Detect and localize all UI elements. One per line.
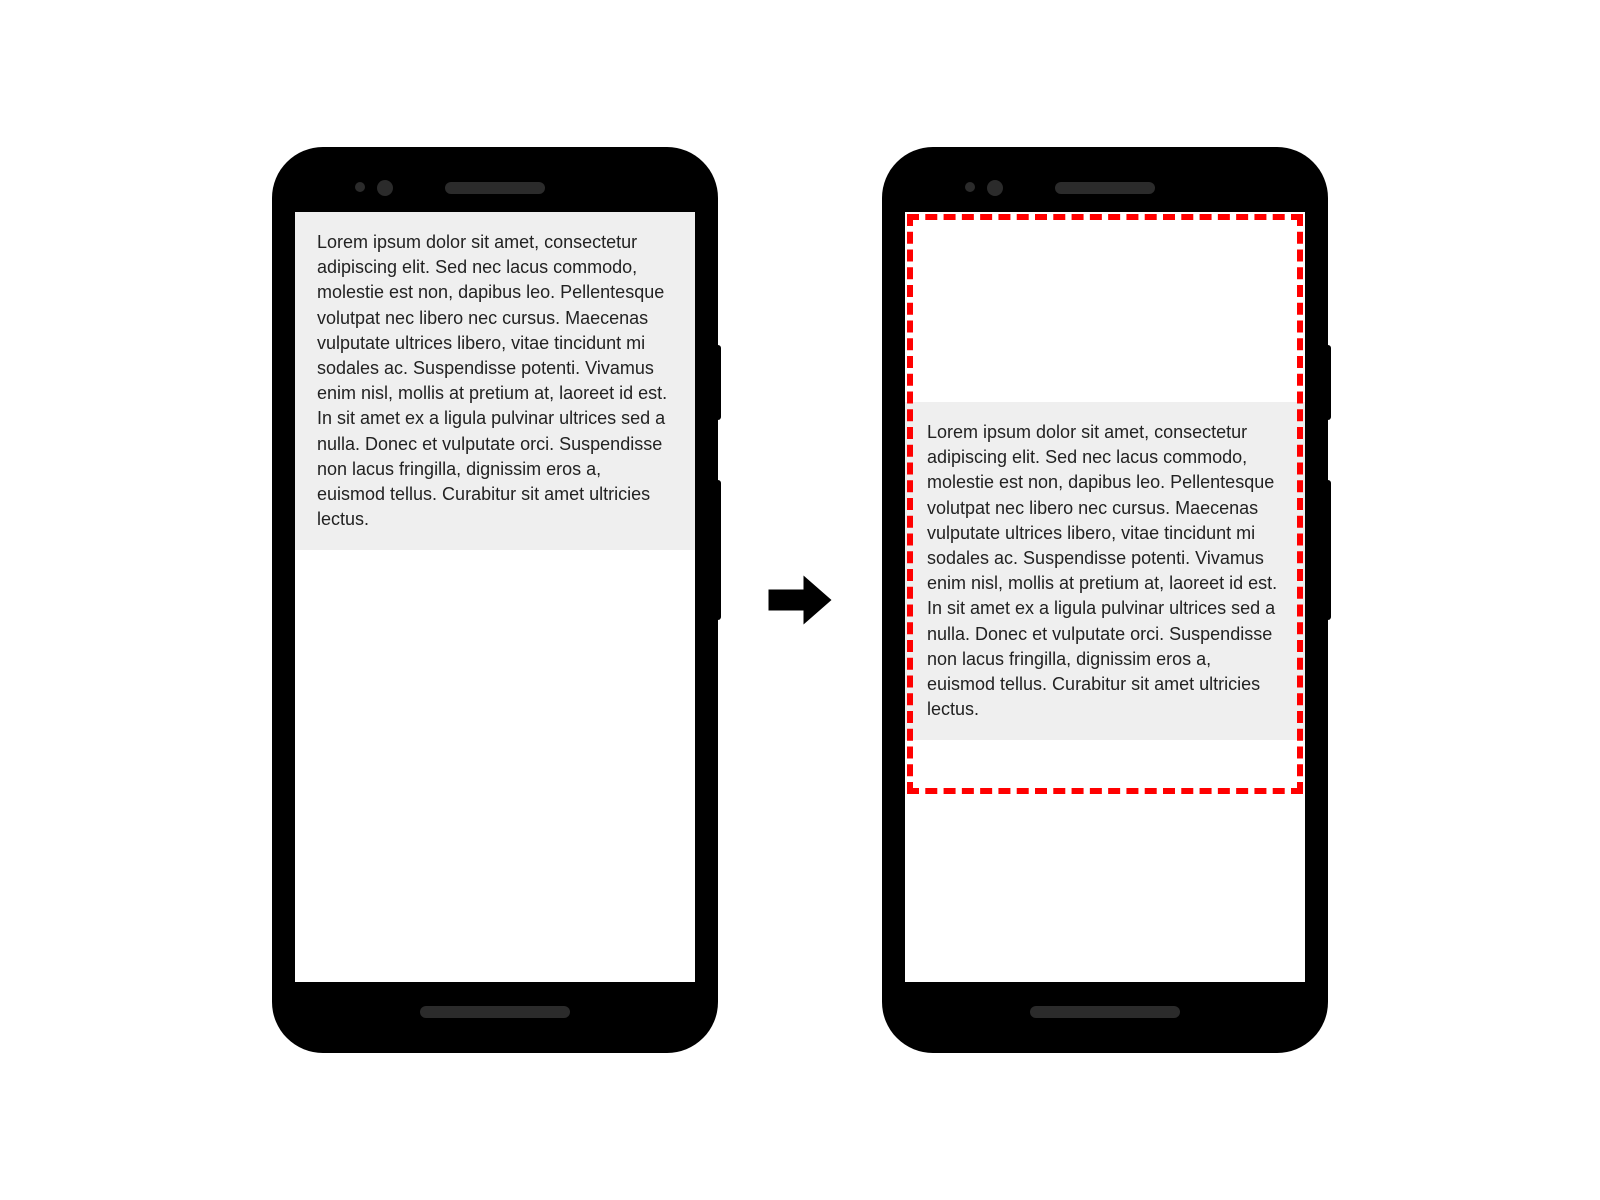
phone-volume-button xyxy=(715,480,721,620)
phone-mockup-right: Lorem ipsum dolor sit amet, consectetur … xyxy=(885,150,1325,1050)
phone-speaker-top xyxy=(445,182,545,194)
phone-camera xyxy=(987,180,1003,196)
content-text-block: Lorem ipsum dolor sit amet, consectetur … xyxy=(905,402,1305,740)
phone-sensor xyxy=(355,182,365,192)
phone-screen-left: Lorem ipsum dolor sit amet, consectetur … xyxy=(295,212,695,982)
phone-volume-button xyxy=(1325,480,1331,620)
phone-frame: Lorem ipsum dolor sit amet, consectetur … xyxy=(895,160,1315,1040)
body-text: Lorem ipsum dolor sit amet, consectetur … xyxy=(927,422,1277,719)
phone-speaker-bottom xyxy=(420,1006,570,1018)
phone-camera xyxy=(377,180,393,196)
phone-speaker-top xyxy=(1055,182,1155,194)
phone-power-button xyxy=(1325,345,1331,420)
body-text: Lorem ipsum dolor sit amet, consectetur … xyxy=(317,232,667,529)
phone-power-button xyxy=(715,345,721,420)
phone-frame: Lorem ipsum dolor sit amet, consectetur … xyxy=(285,160,705,1040)
phone-sensor xyxy=(965,182,975,192)
phone-speaker-bottom xyxy=(1030,1006,1180,1018)
content-text-block: Lorem ipsum dolor sit amet, consectetur … xyxy=(295,212,695,550)
phone-mockup-left: Lorem ipsum dolor sit amet, consectetur … xyxy=(275,150,715,1050)
phone-screen-right: Lorem ipsum dolor sit amet, consectetur … xyxy=(905,212,1305,982)
diagram-container: Lorem ipsum dolor sit amet, consectetur … xyxy=(0,0,1600,1200)
arrow-right-icon xyxy=(765,565,835,635)
